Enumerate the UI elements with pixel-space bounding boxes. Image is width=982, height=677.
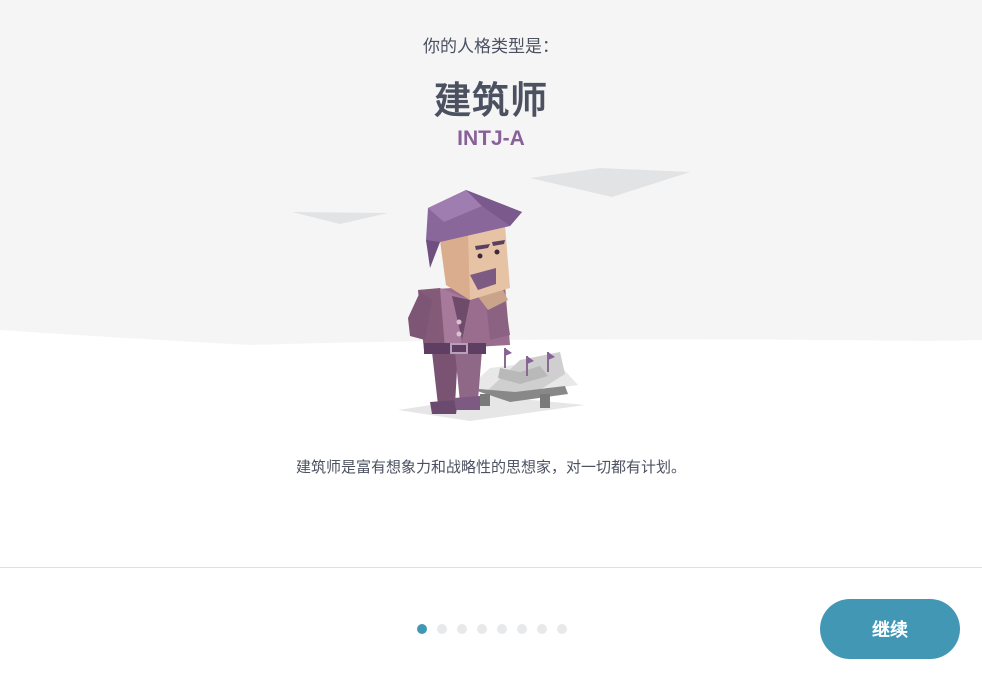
personality-type-name: 建筑师 bbox=[434, 79, 548, 122]
page-dot-7[interactable] bbox=[537, 624, 547, 634]
page-dot-6[interactable] bbox=[517, 624, 527, 634]
architect-illustration bbox=[292, 168, 690, 421]
ground-shadow bbox=[398, 396, 585, 421]
cloud-left bbox=[292, 212, 388, 224]
pagination-dots bbox=[417, 624, 567, 634]
page-dot-5[interactable] bbox=[497, 624, 507, 634]
page-dot-3[interactable] bbox=[457, 624, 467, 634]
page-dot-4[interactable] bbox=[477, 624, 487, 634]
model-table bbox=[468, 348, 578, 408]
page-dot-2[interactable] bbox=[437, 624, 447, 634]
page-dot-1[interactable] bbox=[417, 624, 427, 634]
result-subtitle: 你的人格类型是： bbox=[423, 37, 559, 57]
footer-divider bbox=[0, 567, 982, 568]
page-dot-8[interactable] bbox=[557, 624, 567, 634]
personality-type-code: INTJ-A bbox=[457, 127, 525, 150]
continue-button[interactable]: 继续 bbox=[820, 599, 960, 659]
cloud-right bbox=[530, 168, 690, 197]
type-description: 建筑师是富有想象力和战略性的思想家，对一切都有计划。 bbox=[295, 458, 686, 476]
